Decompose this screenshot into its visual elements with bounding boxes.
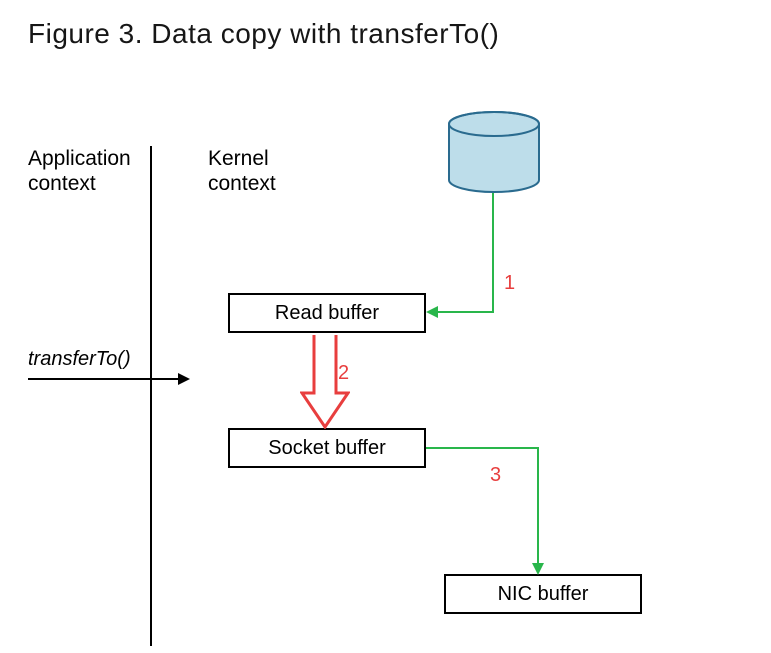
arrow-1-horizontal (432, 311, 494, 313)
diagram-container: Applicationcontext Kernelcontext transfe… (28, 90, 708, 650)
disk-cylinder-icon (446, 110, 542, 201)
step-2-label: 2 (338, 362, 349, 385)
transferto-arrow (28, 378, 183, 380)
arrow-3-head (532, 563, 544, 575)
application-context-label: Applicationcontext (28, 146, 131, 196)
socket-buffer-box: Socket buffer (228, 428, 426, 468)
nic-buffer-box: NIC buffer (444, 574, 642, 614)
transferto-arrow-head (178, 373, 190, 385)
figure-title: Figure 3. Data copy with transferTo() (28, 18, 499, 50)
step-1-label: 1 (504, 272, 515, 295)
step-3-label: 3 (490, 464, 501, 487)
context-divider (150, 146, 152, 646)
arrow-1-head (426, 306, 438, 318)
arrow-3-vertical (537, 447, 539, 567)
kernel-context-label: Kernelcontext (208, 146, 276, 196)
read-buffer-box: Read buffer (228, 293, 426, 333)
arrow-1-vertical (492, 193, 494, 313)
transferto-call-label: transferTo() (28, 348, 131, 371)
arrow-3-horizontal (426, 447, 539, 449)
